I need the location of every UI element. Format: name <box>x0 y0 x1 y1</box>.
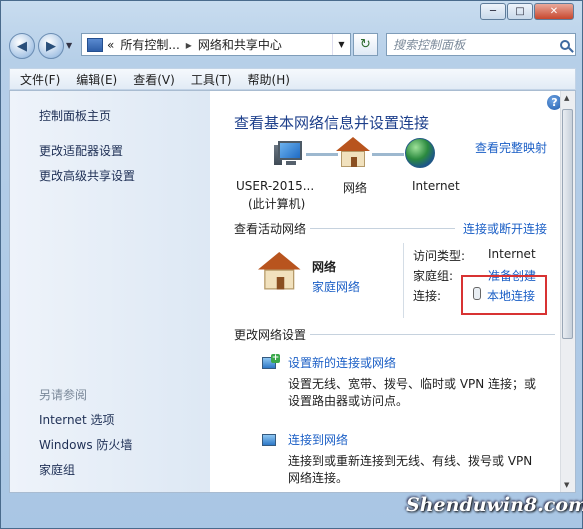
connect-to-network-link[interactable]: 连接到网络 <box>288 431 348 448</box>
forward-button[interactable]: ▶ <box>38 33 64 59</box>
computer-icon[interactable] <box>274 139 304 167</box>
refresh-button[interactable]: ↻ <box>353 33 378 56</box>
control-panel-icon <box>87 37 103 52</box>
ethernet-icon <box>473 287 481 300</box>
active-network-name: 网络 <box>312 260 337 274</box>
access-type-value: Internet <box>488 247 536 261</box>
homegroup-label: 家庭组: <box>413 269 454 283</box>
internet-globe-icon[interactable] <box>405 138 435 168</box>
house-roof <box>336 137 370 151</box>
view-full-map-link[interactable]: 查看完整映射 <box>475 139 547 156</box>
house-door <box>351 157 357 167</box>
minimize-button[interactable]: ─ <box>480 3 506 20</box>
house-body <box>264 269 295 290</box>
menu-bar: 文件(F) 编辑(E) 查看(V) 工具(T) 帮助(H) <box>9 68 576 90</box>
map-computer-sub: (此计算机) <box>248 197 306 211</box>
connect-network-icon[interactable] <box>260 431 282 449</box>
network-home-icon[interactable] <box>336 137 370 167</box>
connect-to-network-desc1: 连接到或重新连接到无线、有线、拨号或 VPN <box>288 454 533 468</box>
sidebar-link-homegroup[interactable]: 家庭组 <box>39 461 75 478</box>
access-type-label: 访问类型: <box>413 249 466 263</box>
active-network-icon[interactable] <box>258 252 301 295</box>
back-button[interactable]: ◀ <box>9 33 35 59</box>
menu-file[interactable]: 文件(F) <box>10 71 66 88</box>
map-computer-name: USER-2015... <box>236 179 315 193</box>
search-placeholder: 搜索控制面板 <box>393 38 466 52</box>
plus-badge: + <box>271 353 280 363</box>
setup-new-connection-link[interactable]: 设置新的连接或网络 <box>288 354 396 371</box>
map-internet-label: Internet <box>412 179 460 193</box>
section-divider <box>310 334 555 335</box>
map-connector <box>306 153 338 156</box>
sidebar-link-advanced-sharing[interactable]: 更改高级共享设置 <box>39 167 135 184</box>
vertical-scrollbar[interactable]: ▲ ▼ <box>560 91 575 492</box>
refresh-icon: ↻ <box>360 37 371 52</box>
menu-help[interactable]: 帮助(H) <box>238 71 296 88</box>
map-connector <box>372 153 404 156</box>
setup-new-connection-desc2: 设置路由器或访问点。 <box>288 394 409 408</box>
connections-label: 连接: <box>413 289 442 303</box>
sidebar-link-adapter-settings[interactable]: 更改适配器设置 <box>39 142 123 159</box>
local-connection-link[interactable]: 本地连接 <box>487 287 535 304</box>
menu-edit[interactable]: 编辑(E) <box>66 71 123 88</box>
connect-to-network-desc2: 网络连接。 <box>288 471 349 485</box>
change-settings-header: 更改网络设置 <box>234 328 307 342</box>
computer-screen <box>278 141 302 160</box>
new-connection-icon[interactable]: + <box>260 354 282 372</box>
caption-buttons: ─ □ ✕ <box>479 3 574 20</box>
address-bar[interactable]: « 所有控制... ▸ 网络和共享中心 ▼ <box>81 33 351 56</box>
content-area: 控制面板主页 更改适配器设置 更改高级共享设置 另请参阅 Internet 选项… <box>9 90 576 493</box>
scrollbar-thumb[interactable] <box>562 109 573 339</box>
see-also-header: 另请参阅 <box>39 388 88 402</box>
network-type-link[interactable]: 家庭网络 <box>312 278 360 295</box>
house-body <box>341 151 365 167</box>
menu-tools[interactable]: 工具(T) <box>181 71 238 88</box>
back-arrow-icon: ◀ <box>17 38 27 54</box>
search-input[interactable]: 搜索控制面板 <box>386 33 576 56</box>
breadcrumb-item-network-center[interactable]: 网络和共享中心 <box>198 36 282 53</box>
navigation-bar: ◀ ▶ ▼ « 所有控制... ▸ 网络和共享中心 ▼ ↻ 搜索控制面板 <box>9 29 576 63</box>
active-networks-header: 查看活动网络 <box>234 222 307 236</box>
breadcrumb-item-control-panel[interactable]: 所有控制... <box>120 36 179 53</box>
search-icon[interactable] <box>560 39 570 50</box>
sidebar-link-internet-options[interactable]: Internet 选项 <box>39 411 114 428</box>
monitor-shape <box>262 434 276 446</box>
main-panel: ? 查看基本网络信息并设置连接 查看完整映射 USER-2015... (此计算… <box>210 91 563 492</box>
house-roof <box>258 252 301 270</box>
menu-view[interactable]: 查看(V) <box>123 71 181 88</box>
breadcrumb-separator-icon[interactable]: ▸ <box>186 38 192 52</box>
sidebar-link-control-panel-home[interactable]: 控制面板主页 <box>39 107 111 124</box>
window-frame: ─ □ ✕ ◀ ▶ ▼ « 所有控制... ▸ 网络和共享中心 ▼ ↻ 搜索控制… <box>0 0 583 529</box>
section-divider <box>310 228 455 229</box>
address-dropdown-icon[interactable]: ▼ <box>332 34 350 55</box>
scroll-down-icon[interactable]: ▼ <box>564 481 569 489</box>
breadcrumb-overflow[interactable]: « <box>107 38 114 52</box>
connect-disconnect-link[interactable]: 连接或断开连接 <box>463 220 547 237</box>
watermark-logo: Shenduwin8.com <box>406 494 583 516</box>
page-title: 查看基本网络信息并设置连接 <box>234 114 430 132</box>
maximize-button[interactable]: □ <box>507 3 533 20</box>
forward-arrow-icon: ▶ <box>46 38 56 54</box>
sidebar: 控制面板主页 更改适配器设置 更改高级共享设置 另请参阅 Internet 选项… <box>10 91 210 492</box>
map-network-label: 网络 <box>343 181 368 195</box>
recent-pages-dropdown[interactable]: ▼ <box>66 41 72 50</box>
computer-stand <box>286 161 296 165</box>
setup-new-connection-desc1: 设置无线、宽带、拨号、临时或 VPN 连接；或 <box>288 377 537 391</box>
sidebar-link-windows-firewall[interactable]: Windows 防火墙 <box>39 436 132 453</box>
house-door <box>276 277 285 290</box>
close-button[interactable]: ✕ <box>534 3 574 20</box>
info-divider <box>403 243 404 318</box>
scroll-up-icon[interactable]: ▲ <box>564 94 569 102</box>
